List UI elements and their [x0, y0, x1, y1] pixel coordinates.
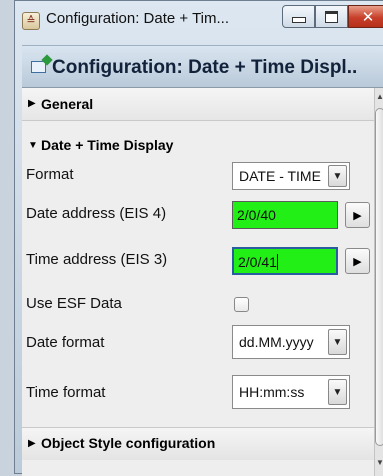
- window-title: Configuration: Date + Tim...: [46, 10, 230, 27]
- expand-arrow-icon: ▶: [28, 438, 36, 449]
- maximize-icon: [325, 10, 338, 23]
- section-general-label: General: [41, 96, 94, 112]
- scroll-down-icon[interactable]: ▼: [375, 458, 383, 472]
- minimize-button[interactable]: [282, 5, 315, 28]
- time-format-value: HH:mm:ss: [239, 384, 305, 400]
- time-address-browse-button[interactable]: ▶: [345, 248, 370, 274]
- section-object-style-label: Object Style configuration: [41, 435, 216, 451]
- maximize-button[interactable]: [315, 5, 348, 28]
- date-address-input[interactable]: 2/0/40: [232, 201, 338, 229]
- dropdown-arrow-icon[interactable]: ▼: [328, 165, 347, 187]
- app-icon: ≙: [22, 12, 40, 30]
- date-format-select[interactable]: dd.MM.yyyy ▼: [232, 325, 350, 359]
- section-date-time[interactable]: ▼ Date + Time Display: [22, 135, 374, 159]
- scroll-up-icon[interactable]: ▲: [375, 92, 383, 106]
- date-address-label: Date address (EIS 4): [26, 205, 167, 222]
- config-panel: ▶ General ▼ Date + Time Display Format D…: [22, 87, 383, 476]
- close-button[interactable]: ✕: [348, 5, 383, 28]
- play-arrow-icon: ▶: [353, 255, 362, 268]
- config-edit-icon: [31, 61, 46, 73]
- configuration-window: ≙ Configuration: Date + Tim... ✕ Configu…: [14, 0, 383, 476]
- time-address-input[interactable]: 2/0/41: [232, 247, 338, 275]
- dropdown-arrow-icon[interactable]: ▼: [328, 329, 347, 355]
- minimize-icon: [291, 16, 306, 23]
- time-address-label: Time address (EIS 3): [26, 251, 168, 268]
- format-value: DATE - TIME: [239, 168, 321, 184]
- time-format-label: Time format: [26, 384, 106, 401]
- dropdown-arrow-icon[interactable]: ▼: [328, 379, 347, 405]
- date-address-value: 2/0/40: [237, 207, 276, 223]
- scroll-thumb[interactable]: [375, 108, 383, 446]
- text-caret: [276, 254, 278, 270]
- page-title: Configuration: Date + Time Displ..: [52, 57, 358, 78]
- format-label: Format: [26, 166, 74, 183]
- format-select[interactable]: DATE - TIME ▼: [232, 162, 350, 190]
- use-esf-checkbox[interactable]: [234, 297, 249, 312]
- date-address-browse-button[interactable]: ▶: [345, 202, 370, 228]
- use-esf-label: Use ESF Data: [26, 295, 122, 312]
- date-format-value: dd.MM.yyyy: [239, 334, 314, 350]
- date-format-label: Date format: [26, 334, 105, 351]
- time-address-value-wrap: 2/0/41: [238, 254, 278, 270]
- expand-arrow-icon: ▶: [28, 98, 36, 109]
- section-object-style[interactable]: ▶ Object Style configuration: [22, 427, 374, 460]
- time-format-select[interactable]: HH:mm:ss ▼: [232, 375, 350, 409]
- play-arrow-icon: ▶: [353, 209, 362, 222]
- section-general[interactable]: ▶ General: [22, 88, 374, 121]
- time-address-value: 2/0/41: [238, 254, 277, 270]
- section-date-time-label: Date + Time Display: [41, 137, 174, 153]
- close-icon: ✕: [361, 7, 375, 26]
- dialog-header: Configuration: Date + Time Displ..: [22, 45, 383, 88]
- vertical-scrollbar[interactable]: ▲ ▼: [374, 88, 383, 476]
- collapse-arrow-icon: ▼: [28, 140, 38, 151]
- title-bar[interactable]: ≙ Configuration: Date + Tim... ✕: [15, 1, 383, 41]
